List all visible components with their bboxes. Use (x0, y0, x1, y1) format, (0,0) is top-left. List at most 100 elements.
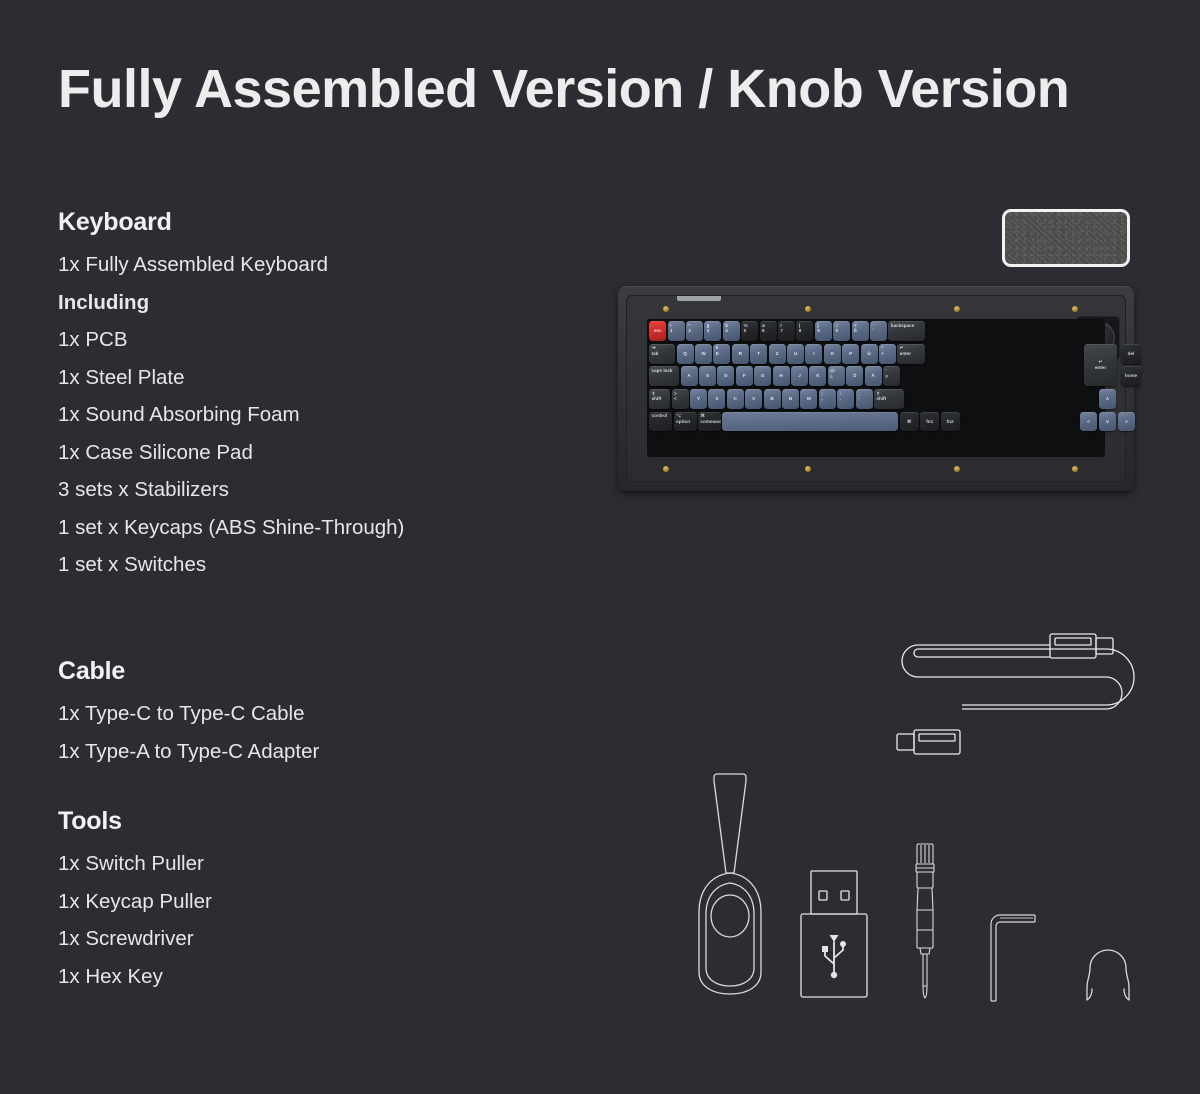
key-legend: > (1125, 418, 1128, 424)
keyboard-key-b[interactable]: B (763, 389, 781, 409)
keyboard-key--[interactable]: > < (671, 389, 689, 409)
key-legend: ⌘ command (700, 413, 721, 424)
keyboard-key--[interactable]: * + (879, 343, 896, 364)
key-legend: ' # (885, 367, 888, 379)
key-legend: > < (673, 390, 677, 402)
keyboard-key-u[interactable]: U (787, 343, 804, 364)
keyboard-key-esc[interactable]: esc (649, 321, 667, 341)
keyboard-key-home[interactable]: home (1121, 366, 1141, 387)
keyboard-key--[interactable]: Ä (864, 366, 882, 387)
key-legend: M (806, 396, 811, 402)
key-legend: home (1124, 373, 1138, 379)
usb-trident-icon (822, 935, 846, 979)
key-legend: % 5 (743, 322, 748, 334)
keyboard-key-9[interactable]: ) 9 (814, 321, 832, 341)
keyboard-key-2[interactable]: " 2 (686, 321, 703, 341)
arrow-down-key[interactable]: ∨ (1099, 411, 1116, 432)
key-legend: ` ´ (872, 322, 874, 334)
keyboard-key-t[interactable]: T (750, 343, 768, 364)
keyboard-key-s[interactable]: S (699, 366, 716, 387)
list-item: 1x Keycap Puller (58, 889, 212, 913)
keyboard-key--[interactable]: ⌘ (899, 411, 919, 432)
key-legend: R (738, 350, 742, 356)
key-legend: G (760, 373, 765, 379)
keyboard-key-g[interactable]: G (754, 366, 772, 387)
key-legend: F (742, 373, 746, 379)
arrow-left-key[interactable]: < (1080, 411, 1097, 432)
keyboard-key--[interactable]: Ö (846, 366, 864, 387)
keyboard-key-option[interactable]: ⌥ option (673, 411, 697, 432)
keyboard-key-caps-lock[interactable]: caps lock (649, 366, 680, 387)
list-item: 1 set x Keycaps (ABS Shine-Through) (58, 515, 405, 539)
keyboard-key-l[interactable]: @ L (827, 366, 845, 387)
keyboard-key-5[interactable]: % 5 (741, 321, 759, 341)
keyboard-key-j[interactable]: J (791, 366, 808, 387)
key-legend: backspace (890, 322, 915, 328)
keyboard-key-v[interactable]: V (745, 389, 763, 409)
keyboard-key-shift[interactable]: ⇧ shift (874, 389, 904, 409)
keyboard-key-control[interactable]: control (649, 411, 673, 432)
keyboard-key-del[interactable]: del (1121, 343, 1141, 364)
key-legend: < (1087, 418, 1090, 424)
keyboard-key-x[interactable]: X (708, 389, 726, 409)
keyboard-key-r[interactable]: R (731, 343, 749, 364)
keyboard-key-7[interactable]: / 7 (778, 321, 795, 341)
keyboard-key-0[interactable]: = 0 (833, 321, 851, 341)
keyboard-key-y[interactable]: Y (690, 389, 707, 409)
keyboard-key-a[interactable]: A (680, 366, 698, 387)
case-screw (663, 306, 669, 312)
arrow-right-key[interactable]: > (1118, 411, 1135, 432)
keyboard-key--[interactable]: : . (837, 389, 855, 409)
keyboard-key-z[interactable]: Z (768, 343, 786, 364)
keyboard-key-enter[interactable]: ↵ enter (897, 343, 926, 364)
keyboard-key-p[interactable]: P (842, 343, 860, 364)
keyboard-key-w[interactable]: W (695, 343, 712, 364)
keyboard-key-m[interactable]: M (800, 389, 818, 409)
key-legend: P (849, 350, 853, 356)
key-legend: ⇥ tab (651, 345, 659, 356)
list-item: 1x Fully Assembled Keyboard (58, 253, 329, 276)
keyboard-key-n[interactable]: N (782, 389, 799, 409)
keyboard-key--[interactable]: _ - (855, 389, 873, 409)
keyboard-key-1[interactable]: ! 1 (667, 321, 685, 341)
keyboard-key-fn1[interactable]: fn1 (920, 411, 940, 432)
key-legend: control (651, 413, 668, 419)
keyboard-key-f[interactable]: F (735, 366, 753, 387)
keyboard-key-6[interactable]: & 6 (759, 321, 777, 341)
keyboard-key-k[interactable]: K (809, 366, 827, 387)
list-item: Including (58, 290, 150, 314)
keyboard-key-fn2[interactable]: fn2 (940, 411, 960, 432)
keyboard-key-tab[interactable]: ⇥ tab (649, 343, 676, 364)
key-legend: Q (683, 350, 687, 356)
key-legend: W (701, 350, 706, 356)
key-legend: V (752, 396, 756, 402)
keyboard-key--[interactable]: ` ´ (870, 321, 887, 341)
keyboard-key-backspace[interactable]: backspace (888, 321, 926, 341)
keyboard-key-4[interactable]: $ 4 (722, 321, 740, 341)
keyboard-key-d[interactable]: D (717, 366, 735, 387)
key-legend: U (793, 350, 798, 356)
keyboard-key-h[interactable]: H (772, 366, 790, 387)
keyboard-key--[interactable]: ; , (818, 389, 836, 409)
keyboard-key-3[interactable]: § 3 (704, 321, 722, 341)
keyboard-key--[interactable]: ? ß (851, 321, 869, 341)
keyboard-key-command[interactable]: ⌘ command (698, 411, 721, 432)
keychron-q2-knob-keyboard: esc ! 1 " 2 § 3 $ 4 % 5 & 6 / 7 ( 8) 9 = 0 ? ß ` ´ b… (618, 286, 1141, 491)
keyboard-key-shift[interactable]: ⇧ shift (649, 389, 671, 409)
keyboard-key-e[interactable]: € E (713, 343, 731, 364)
keyboard-plate: esc ! 1 " 2 § 3 $ 4 % 5 & 6 / 7 ( 8) 9 = 0 ? ß ` ´ b… (647, 319, 1141, 457)
usb-a-to-usb-c-adapter-drawing (800, 870, 868, 998)
keyboard-key--[interactable]: Ü (860, 343, 878, 364)
key-legend: caps lock (651, 367, 673, 373)
keyboard-key-o[interactable]: O (823, 343, 841, 364)
keyboard-key-key[interactable] (722, 411, 899, 432)
keyboard-key-8[interactable]: ( 8 (796, 321, 814, 341)
switch-puller-drawing (698, 773, 762, 995)
keyboard-key-q[interactable]: Q (676, 343, 694, 364)
keyboard-key--[interactable]: ' # (883, 366, 900, 387)
case-screw (954, 306, 960, 312)
keyboard-key-i[interactable]: I (805, 343, 823, 364)
keyboard-key-c[interactable]: C (726, 389, 744, 409)
keyboard-key-enter[interactable]: ↵ enter (1084, 343, 1117, 387)
arrow-up-key[interactable]: ∧ (1099, 389, 1116, 409)
